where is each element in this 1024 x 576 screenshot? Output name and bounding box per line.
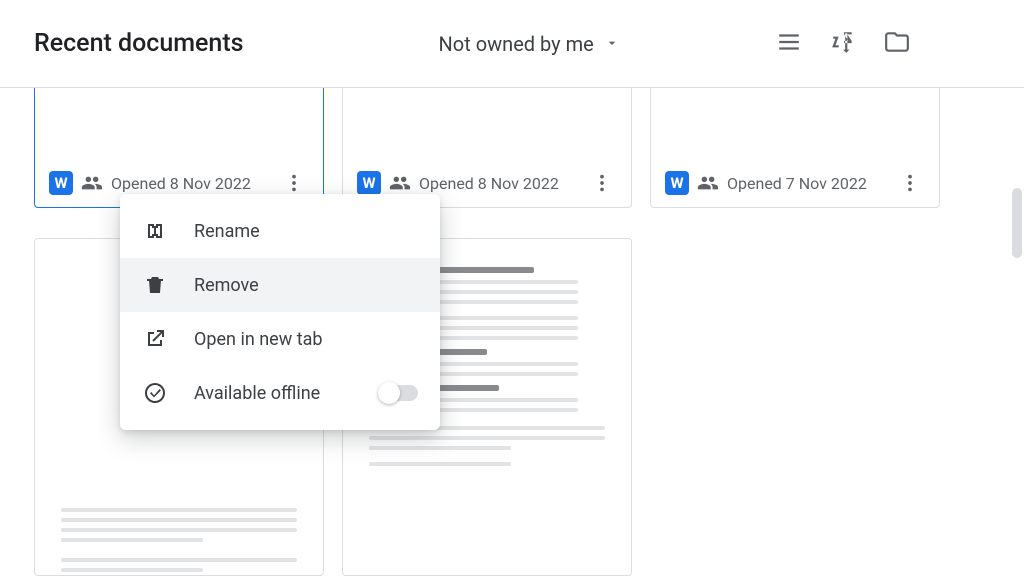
word-doc-icon: W [665, 171, 689, 195]
menu-item-open-new-tab[interactable]: Open in new tab [120, 312, 440, 366]
offline-icon [142, 381, 168, 405]
document-card[interactable]: W Opened 8 Nov 2022 [34, 88, 324, 208]
document-thumbnail [35, 88, 323, 159]
document-card[interactable]: W Opened 8 Nov 2022 [342, 88, 632, 208]
chevron-down-icon [604, 32, 620, 56]
more-actions-button[interactable] [895, 168, 925, 198]
word-doc-icon: W [357, 171, 381, 195]
document-meta: Opened 8 Nov 2022 [111, 174, 251, 193]
menu-item-remove[interactable]: Remove [120, 258, 440, 312]
menu-item-label: Remove [194, 275, 259, 296]
recent-header: Recent documents Not owned by me [0, 0, 1024, 88]
menu-item-label: Open in new tab [194, 329, 323, 350]
menu-item-label: Rename [194, 221, 260, 242]
word-doc-icon: W [49, 171, 73, 195]
page-title: Recent documents [34, 29, 244, 58]
menu-item-available-offline[interactable]: Available offline [120, 366, 440, 420]
rename-icon [142, 219, 168, 243]
sort-az-icon[interactable] [830, 29, 856, 59]
header-view-controls [776, 29, 910, 59]
trash-icon [142, 273, 168, 297]
ownership-filter-dropdown[interactable]: Not owned by me [439, 32, 620, 56]
shared-icon [389, 172, 411, 194]
ownership-filter-label: Not owned by me [439, 32, 594, 56]
shared-icon [697, 172, 719, 194]
list-view-icon[interactable] [776, 29, 802, 59]
documents-area: W Opened 8 Nov 2022 W Opened 8 Nov 2 [0, 88, 1024, 576]
document-thumbnail [343, 88, 631, 159]
document-meta: Opened 8 Nov 2022 [419, 174, 559, 193]
document-card[interactable]: W Opened 7 Nov 2022 [650, 88, 940, 208]
document-card-footer: W Opened 7 Nov 2022 [651, 159, 939, 207]
open-in-new-icon [142, 327, 168, 351]
folder-icon[interactable] [884, 29, 910, 59]
scrollbar-thumb[interactable] [1012, 188, 1022, 258]
more-actions-button[interactable] [587, 168, 617, 198]
menu-item-label: Available offline [194, 383, 320, 404]
document-meta: Opened 7 Nov 2022 [727, 174, 867, 193]
document-thumbnail [651, 88, 939, 159]
document-context-menu: Rename Remove Open in new tab Available … [120, 194, 440, 430]
shared-icon [81, 172, 103, 194]
offline-toggle[interactable] [380, 385, 418, 401]
menu-item-rename[interactable]: Rename [120, 204, 440, 258]
